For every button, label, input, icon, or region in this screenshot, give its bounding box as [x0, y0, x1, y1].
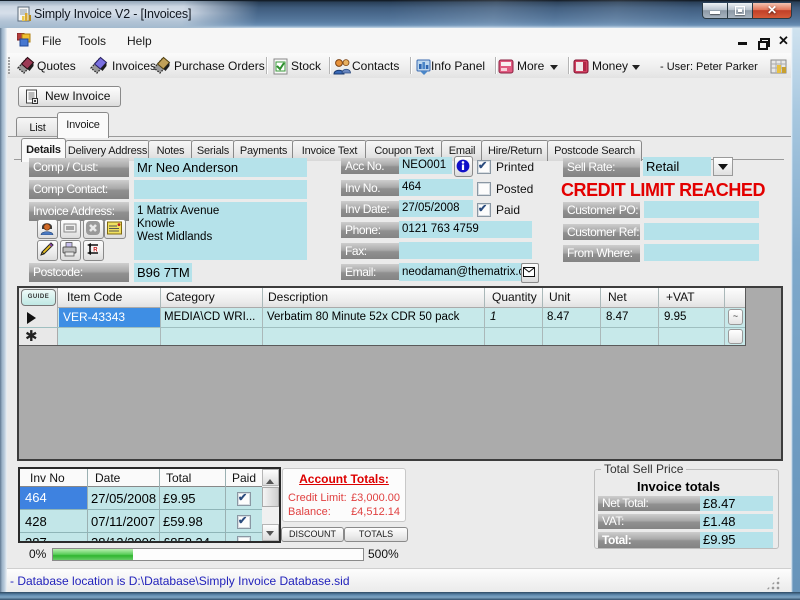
svg-text:R: R	[93, 248, 98, 254]
